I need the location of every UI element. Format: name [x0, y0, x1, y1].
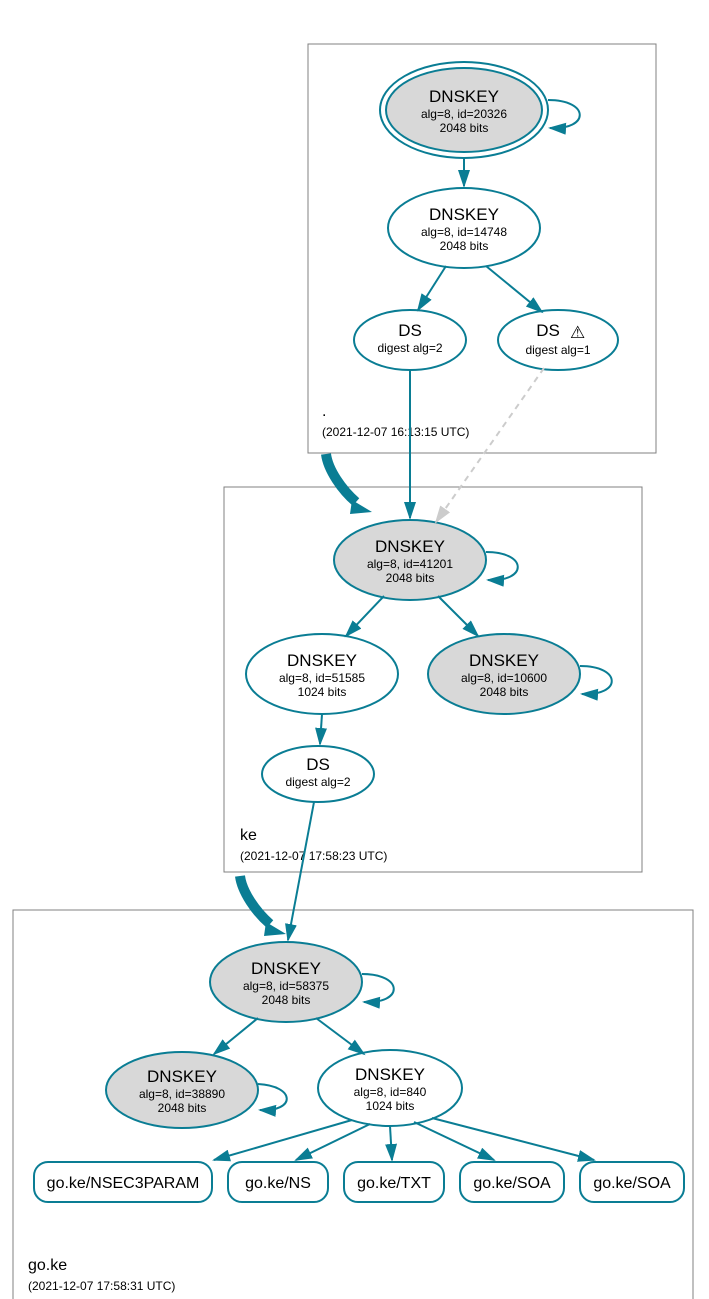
zone-ke-timestamp: (2021-12-07 17:58:23 UTC) — [240, 849, 387, 863]
svg-text:2048 bits: 2048 bits — [440, 121, 489, 135]
svg-text:2048 bits: 2048 bits — [480, 685, 529, 699]
svg-text:alg=8, id=10600: alg=8, id=10600 — [461, 671, 547, 685]
edge-root-zsk-ds2 — [486, 266, 542, 312]
svg-text:2048 bits: 2048 bits — [262, 993, 311, 1007]
svg-text:alg=8, id=58375: alg=8, id=58375 — [243, 979, 329, 993]
svg-text:go.ke/SOA: go.ke/SOA — [593, 1175, 671, 1192]
edge-goke-38890-self — [258, 1084, 287, 1110]
svg-text:DNSKEY: DNSKEY — [355, 1065, 425, 1084]
svg-text:2048 bits: 2048 bits — [440, 239, 489, 253]
edge-zsk-r4 — [414, 1122, 494, 1160]
dnskey-ke-ksk: DNSKEY alg=8, id=41201 2048 bits — [334, 520, 486, 600]
dnskey-goke-zsk: DNSKEY alg=8, id=840 1024 bits — [318, 1050, 462, 1126]
svg-text:go.ke/SOA: go.ke/SOA — [473, 1175, 551, 1192]
svg-text:DNSKEY: DNSKEY — [287, 651, 357, 670]
dnskey-ke-zsk: DNSKEY alg=8, id=51585 1024 bits — [246, 634, 398, 714]
edge-zsk-r1 — [214, 1120, 352, 1160]
svg-text:alg=8, id=840: alg=8, id=840 — [354, 1085, 427, 1099]
edge-ke-10600-self — [580, 666, 612, 694]
delegation-ke-goke — [240, 876, 270, 924]
svg-text:go.ke/TXT: go.ke/TXT — [357, 1175, 431, 1192]
svg-text:DNSKEY: DNSKEY — [147, 1067, 217, 1086]
dnskey-goke-38890: DNSKEY alg=8, id=38890 2048 bits — [106, 1052, 258, 1128]
rrset-ns: go.ke/NS — [228, 1162, 328, 1202]
svg-text:go.ke/NSEC3PARAM: go.ke/NSEC3PARAM — [47, 1175, 200, 1192]
edge-zsk-r2 — [296, 1124, 370, 1160]
edge-zsk-r5 — [432, 1118, 594, 1160]
rrset-soa2: go.ke/SOA — [580, 1162, 684, 1202]
svg-text:DS: DS — [306, 755, 330, 774]
svg-text:1024 bits: 1024 bits — [366, 1099, 415, 1113]
svg-text:2048 bits: 2048 bits — [386, 571, 435, 585]
edge-root-zsk-ds1 — [418, 266, 446, 310]
edge-zsk-r3 — [390, 1126, 392, 1160]
svg-text:alg=8, id=38890: alg=8, id=38890 — [139, 1087, 225, 1101]
svg-text:alg=8, id=14748: alg=8, id=14748 — [421, 225, 507, 239]
edge-ke-ksk-10600 — [438, 596, 478, 636]
rrset-txt: go.ke/TXT — [344, 1162, 444, 1202]
svg-text:DS: DS — [398, 321, 422, 340]
edge-root-ksk-self — [548, 100, 580, 128]
svg-text:1024 bits: 1024 bits — [298, 685, 347, 699]
edge-ds2-ke-ksk — [436, 368, 544, 522]
dnskey-ke-10600: DNSKEY alg=8, id=10600 2048 bits — [428, 634, 580, 714]
svg-text:alg=8, id=20326: alg=8, id=20326 — [421, 107, 507, 121]
zone-ke-name: ke — [240, 827, 257, 844]
warning-icon: ⚠ — [570, 323, 585, 342]
ds-ke: DS digest alg=2 — [262, 746, 374, 802]
ds-root-alg2: DS digest alg=2 — [354, 310, 466, 370]
zone-goke-timestamp: (2021-12-07 17:58:31 UTC) — [28, 1279, 175, 1293]
svg-text:go.ke/NS: go.ke/NS — [245, 1175, 311, 1192]
edge-ke-ksk-self — [486, 552, 518, 580]
edge-goke-ksk-self — [362, 974, 394, 1002]
rrset-soa1: go.ke/SOA — [460, 1162, 564, 1202]
svg-text:DS: DS — [536, 321, 560, 340]
zone-root-timestamp: (2021-12-07 16:13:15 UTC) — [322, 425, 469, 439]
svg-text:DNSKEY: DNSKEY — [251, 959, 321, 978]
delegation-root-ke — [326, 454, 356, 502]
svg-text:DNSKEY: DNSKEY — [429, 205, 499, 224]
edge-goke-ksk-zsk — [316, 1018, 364, 1054]
svg-text:digest alg=2: digest alg=2 — [285, 775, 350, 789]
rrset-nsec3param: go.ke/NSEC3PARAM — [34, 1162, 212, 1202]
svg-text:digest alg=1: digest alg=1 — [525, 343, 590, 357]
ds-root-alg1: DS ⚠ digest alg=1 — [498, 310, 618, 370]
zone-goke-name: go.ke — [28, 1257, 67, 1274]
edge-ds-goke-ksk — [288, 802, 314, 940]
svg-text:DNSKEY: DNSKEY — [375, 537, 445, 556]
dnskey-root-zsk: DNSKEY alg=8, id=14748 2048 bits — [388, 188, 540, 268]
dnskey-goke-ksk: DNSKEY alg=8, id=58375 2048 bits — [210, 942, 362, 1022]
edge-goke-ksk-38890 — [214, 1018, 258, 1054]
svg-text:alg=8, id=41201: alg=8, id=41201 — [367, 557, 453, 571]
edge-ke-ksk-zsk — [346, 596, 384, 636]
dnskey-root-ksk: DNSKEY alg=8, id=20326 2048 bits — [380, 62, 548, 158]
svg-text:DNSKEY: DNSKEY — [469, 651, 539, 670]
svg-text:2048 bits: 2048 bits — [158, 1101, 207, 1115]
svg-text:alg=8, id=51585: alg=8, id=51585 — [279, 671, 365, 685]
zone-root-name: . — [322, 403, 326, 420]
svg-text:DNSKEY: DNSKEY — [429, 87, 499, 106]
edge-ke-zsk-ds — [320, 714, 322, 744]
svg-text:digest alg=2: digest alg=2 — [377, 341, 442, 355]
